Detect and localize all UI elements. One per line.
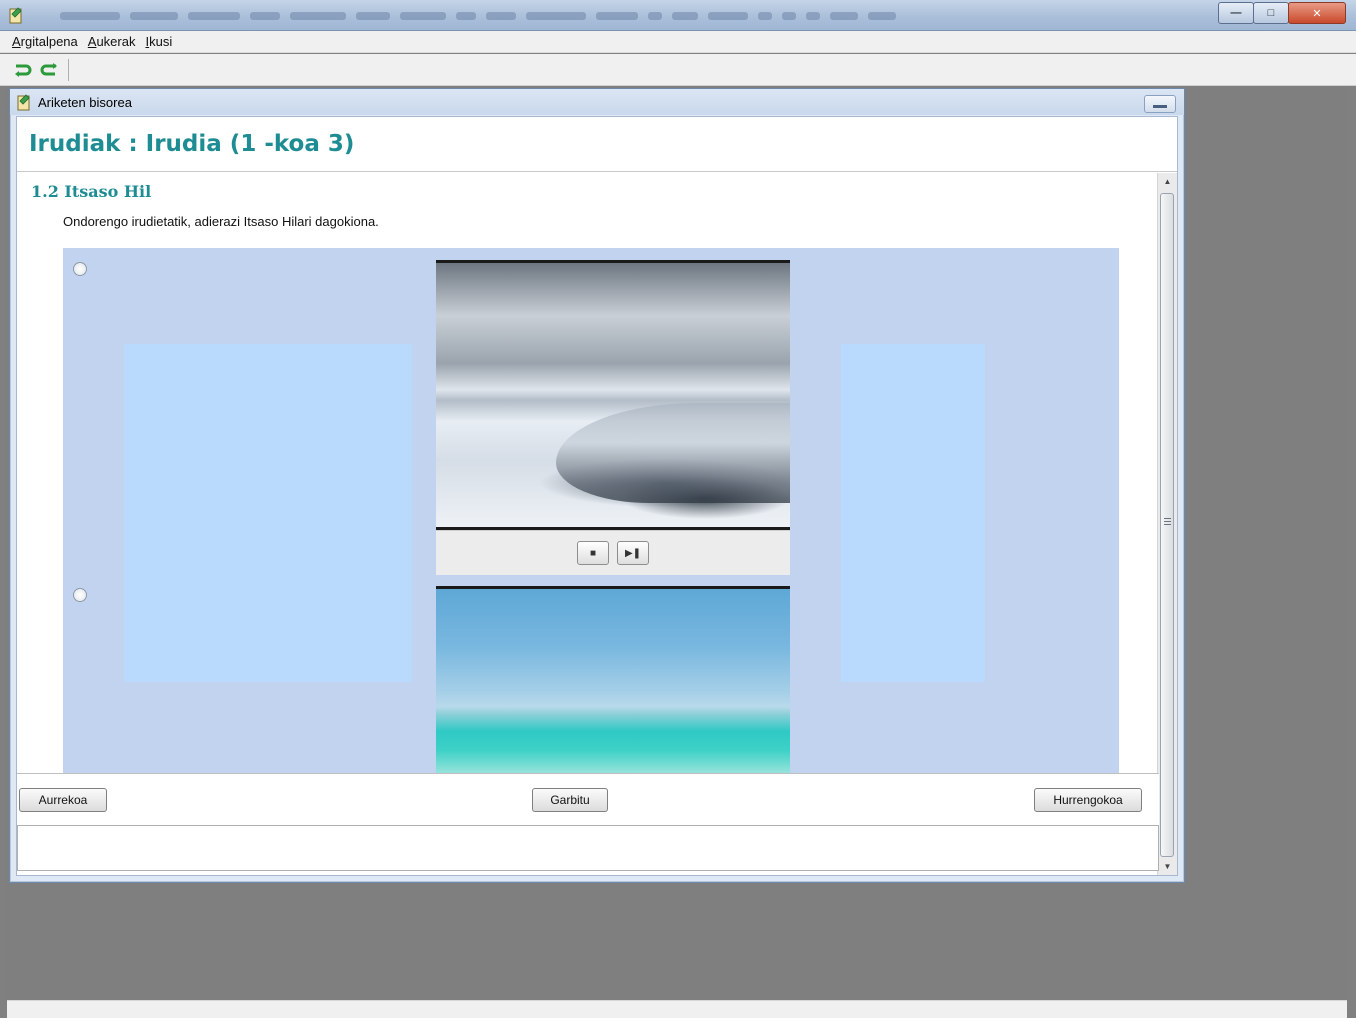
inner-minimize-button[interactable] bbox=[1144, 95, 1176, 113]
close-button[interactable]: ✕ bbox=[1288, 2, 1346, 24]
grip-icon bbox=[1164, 518, 1171, 527]
section-title: 1.2 Itsaso Hil bbox=[31, 182, 152, 201]
menu-ikusi[interactable]: Ikusi bbox=[145, 34, 172, 49]
menu-argitalpena-rest: rgitalpena bbox=[20, 34, 78, 49]
inner-window-title: Ariketen bisorea bbox=[38, 94, 132, 110]
maximize-button[interactable]: □ bbox=[1253, 2, 1289, 24]
navigation-bar: Aurrekoa Garbitu Hurrengokoa bbox=[17, 773, 1159, 825]
menu-aukerak-rest: ukerak bbox=[96, 34, 136, 49]
option-2-image[interactable] bbox=[436, 589, 790, 773]
toolbar-separator bbox=[68, 58, 69, 81]
menu-ikusi-rest: kusi bbox=[149, 34, 173, 49]
options-panel: ■ ▶❚ bbox=[63, 248, 1119, 773]
back-button[interactable] bbox=[38, 59, 60, 81]
blurred-toolbar bbox=[60, 10, 1140, 22]
previous-button[interactable]: Aurrekoa bbox=[19, 788, 107, 812]
page-title: Irudiak : Irudia (1 -koa 3) bbox=[29, 131, 355, 157]
forward-button[interactable] bbox=[12, 59, 34, 81]
option-2-radio[interactable] bbox=[73, 588, 87, 602]
play-pause-icon: ▶❚ bbox=[624, 547, 642, 559]
menu-aukerak[interactable]: Aukerak bbox=[88, 34, 136, 49]
app-titlebar: — □ ✕ bbox=[0, 0, 1356, 31]
media-controls: ■ ▶❚ bbox=[436, 530, 790, 575]
window-icon bbox=[17, 94, 30, 111]
exercise-viewer-window: Ariketen bisorea Irudiak : Irudia (1 -ko… bbox=[9, 88, 1185, 883]
scroll-down-icon[interactable]: ▼ bbox=[1158, 858, 1177, 875]
minimize-icon bbox=[1153, 104, 1167, 108]
clear-button[interactable]: Garbitu bbox=[532, 788, 608, 812]
minimize-icon: — bbox=[1230, 7, 1242, 19]
scrollbar-thumb[interactable] bbox=[1160, 193, 1174, 857]
option-1-radio[interactable] bbox=[73, 262, 87, 276]
play-pause-button[interactable]: ▶❚ bbox=[617, 541, 649, 565]
close-icon: ✕ bbox=[1312, 7, 1322, 20]
menu-argitalpena-accel: A bbox=[12, 34, 21, 49]
content-area: Irudiak : Irudia (1 -koa 3) 1.2 Itsaso H… bbox=[16, 116, 1178, 876]
window-controls: — □ ✕ bbox=[1218, 2, 1346, 24]
undo-arrow-icon bbox=[40, 62, 57, 75]
right-side-panel bbox=[841, 344, 985, 682]
status-bar bbox=[7, 1000, 1347, 1018]
option-1-image-frame bbox=[436, 260, 790, 530]
option-1-image[interactable] bbox=[436, 263, 790, 527]
question-instruction: Ondorengo irudietatik, adierazi Itsaso H… bbox=[63, 214, 379, 229]
stop-icon: ■ bbox=[589, 547, 597, 559]
maximize-icon: □ bbox=[1267, 7, 1275, 19]
inner-titlebar: Ariketen bisorea bbox=[10, 89, 1184, 115]
menubar: Argitalpena Aukerak Ikusi bbox=[0, 31, 1356, 53]
question-area: 1.2 Itsaso Hil Ondorengo irudietatik, ad… bbox=[17, 173, 1159, 773]
feedback-box bbox=[17, 825, 1159, 871]
toolbar bbox=[0, 54, 1356, 86]
vertical-scrollbar[interactable]: ▲ ▼ bbox=[1157, 173, 1177, 875]
option-2-image-frame bbox=[436, 586, 790, 773]
app-logo-icon bbox=[9, 7, 22, 24]
next-button[interactable]: Hurrengokoa bbox=[1034, 788, 1142, 812]
stop-button[interactable]: ■ bbox=[577, 541, 609, 565]
menu-argitalpena[interactable]: Argitalpena bbox=[12, 34, 78, 49]
page-header: Irudiak : Irudia (1 -koa 3) bbox=[17, 117, 1177, 172]
scroll-up-icon[interactable]: ▲ bbox=[1158, 173, 1177, 190]
redo-arrow-icon bbox=[15, 64, 32, 77]
minimize-button[interactable]: — bbox=[1218, 2, 1254, 24]
left-side-panel bbox=[124, 344, 412, 682]
